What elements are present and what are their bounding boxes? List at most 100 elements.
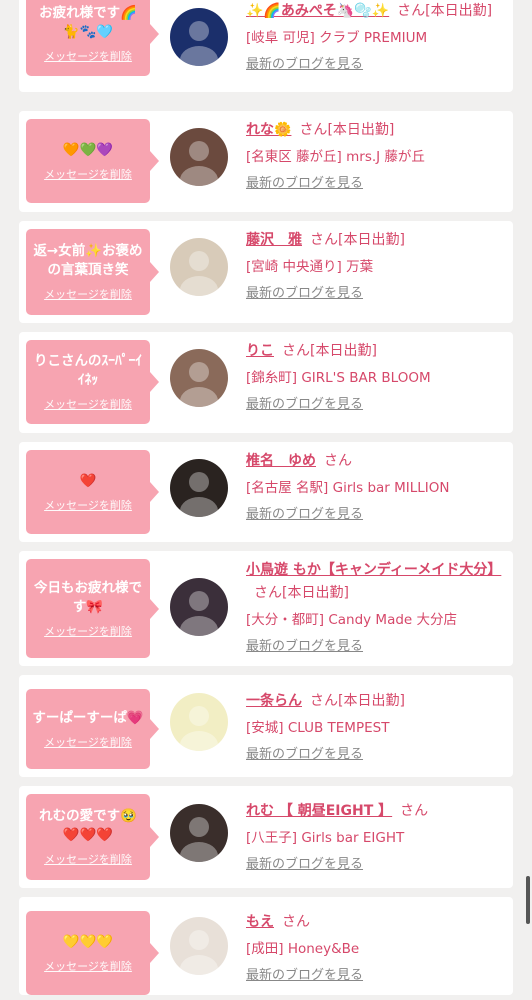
- delete-message-link[interactable]: メッセージを削除: [44, 851, 132, 867]
- honorific-san: さん: [310, 693, 338, 709]
- shop-label: [宮崎 中央通り] 万葉: [246, 259, 374, 275]
- message-card: お疲れ様です🌈🐈🐾🩵 メッセージを削除 ✨🌈あみぺそ🦄🫧✨ さん[本日出勤] [岐…: [19, 0, 513, 92]
- sender-name-link[interactable]: 一条らん: [246, 693, 302, 709]
- message-card: 🧡💚💜 メッセージを削除 れな🌼 さん[本日出勤] [名東区 藤が丘] mrs.J…: [19, 111, 513, 212]
- sender-name-link[interactable]: 藤沢 雅: [246, 232, 302, 248]
- shop-label: [安城] CLUB TEMPEST: [246, 720, 390, 736]
- delete-message-link[interactable]: メッセージを削除: [44, 623, 132, 639]
- latest-blog-link[interactable]: 最新のブログを見る: [246, 284, 363, 304]
- avatar[interactable]: [170, 917, 228, 975]
- message-bubble: ❤️ メッセージを削除: [26, 450, 159, 534]
- message-bubble: すーぱーすーぱ💗 メッセージを削除: [26, 689, 159, 769]
- avatar[interactable]: [170, 8, 228, 66]
- message-bubble: 返→女前✨お褒めの言葉頂き笑 メッセージを削除: [26, 229, 159, 315]
- avatar[interactable]: [170, 578, 228, 636]
- latest-blog-link[interactable]: 最新のブログを見る: [246, 637, 363, 657]
- delete-message-link[interactable]: メッセージを削除: [44, 958, 132, 974]
- latest-blog-link[interactable]: 最新のブログを見る: [246, 395, 363, 415]
- avatar-photo-icon: [170, 693, 228, 751]
- honorific-san: さん: [254, 585, 282, 601]
- message-text: 今日もお疲れ様です🎀: [34, 579, 142, 615]
- message-text: ❤️: [79, 472, 97, 489]
- message-text: りこさんのｽｰﾊﾟｰｲｲﾈｯ: [34, 353, 142, 388]
- avatar[interactable]: [170, 804, 228, 862]
- latest-blog-link[interactable]: 最新のブログを見る: [246, 174, 363, 194]
- sender-name-line: れな🌼 さん[本日出勤]: [246, 119, 507, 142]
- sender-name-link[interactable]: もえ: [246, 914, 274, 930]
- honorific-san: さん: [397, 3, 426, 19]
- message-text: 返→女前✨お褒めの言葉頂き笑: [33, 243, 143, 278]
- sender-name-line: 小鳥遊 もか【キャンディーメイド大分】さん[本日出勤]: [246, 559, 507, 605]
- delete-message-link[interactable]: メッセージを削除: [44, 166, 132, 182]
- avatar-photo-icon: [170, 128, 228, 186]
- avatar-photo-icon: [170, 238, 228, 296]
- delete-message-link[interactable]: メッセージを削除: [44, 497, 132, 513]
- message-card: 今日もお疲れ様です🎀 メッセージを削除 小鳥遊 もか【キャンディーメイド大分】さ…: [19, 551, 513, 666]
- delete-message-link[interactable]: メッセージを削除: [44, 48, 132, 64]
- delete-message-link[interactable]: メッセージを削除: [44, 396, 132, 412]
- message-bubble: 今日もお疲れ様です🎀 メッセージを削除: [26, 559, 159, 658]
- sender-name-link[interactable]: れな🌼: [246, 122, 291, 138]
- message-text: すーぱーすーぱ💗: [32, 709, 144, 726]
- avatar[interactable]: [170, 693, 228, 751]
- avatar[interactable]: [170, 128, 228, 186]
- message-text: お疲れ様です🌈🐈🐾🩵: [39, 5, 137, 40]
- message-bubble: お疲れ様です🌈🐈🐾🩵 メッセージを削除: [26, 0, 159, 76]
- latest-blog-link[interactable]: 最新のブログを見る: [246, 966, 363, 986]
- sender-name-line: 椎名 ゆめ さん: [246, 450, 507, 473]
- shop-label: [八王子] Girls bar EIGHT: [246, 830, 405, 846]
- avatar-photo-icon: [170, 349, 228, 407]
- avatar[interactable]: [170, 349, 228, 407]
- avatar[interactable]: [170, 459, 228, 517]
- sender-info: りこ さん[本日出勤] [錦糸町] GIRL'S BAR BLOOM 最新のブログ…: [246, 340, 507, 415]
- message-card: れむの愛です🥹❤️❤️❤️ メッセージを削除 れむ 【 朝昼EIGHT 】さん …: [19, 786, 513, 888]
- message-text: れむの愛です🥹❤️❤️❤️: [39, 808, 137, 843]
- avatar-photo-icon: [170, 8, 228, 66]
- message-bubble: 💛💛💛 メッセージを削除: [26, 911, 159, 995]
- message-card: 返→女前✨お褒めの言葉頂き笑 メッセージを削除 藤沢 雅さん[本日出勤] [宮崎…: [19, 221, 513, 323]
- sender-info: もえ さん [成田] Honey&Be 最新のブログを見る: [246, 911, 507, 986]
- status-badge: [本日出勤]: [310, 343, 377, 359]
- message-card: ❤️ メッセージを削除 椎名 ゆめ さん [名古屋 名駅] Girls bar M…: [19, 442, 513, 542]
- message-bubble: れむの愛です🥹❤️❤️❤️ メッセージを削除: [26, 794, 159, 880]
- avatar-photo-icon: [170, 459, 228, 517]
- sender-name-line: 一条らん さん[本日出勤]: [246, 690, 507, 713]
- scrollbar[interactable]: [526, 876, 530, 924]
- avatar[interactable]: [170, 238, 228, 296]
- delete-message-link[interactable]: メッセージを削除: [44, 286, 132, 302]
- sender-name-link[interactable]: ✨🌈あみぺそ🦄🫧✨: [246, 3, 389, 19]
- shop-label: [錦糸町] GIRL'S BAR BLOOM: [246, 370, 431, 386]
- honorific-san: さん: [324, 453, 352, 469]
- honorific-san: さん: [299, 122, 328, 138]
- message-bubble: りこさんのｽｰﾊﾟｰｲｲﾈｯ メッセージを削除: [26, 340, 159, 424]
- message-text: 🧡💚💜: [62, 141, 114, 158]
- latest-blog-link[interactable]: 最新のブログを見る: [246, 505, 363, 525]
- sender-name-link[interactable]: りこ: [246, 343, 274, 359]
- shop-label: [名東区 藤が丘] mrs.J 藤が丘: [246, 149, 425, 165]
- status-badge: [本日出勤]: [327, 122, 395, 138]
- sender-name-link[interactable]: 椎名 ゆめ: [246, 453, 316, 469]
- sender-info: れむ 【 朝昼EIGHT 】さん [八王子] Girls bar EIGHT 最…: [246, 800, 507, 875]
- message-card: りこさんのｽｰﾊﾟｰｲｲﾈｯ メッセージを削除 りこ さん[本日出勤] [錦糸町]…: [19, 332, 513, 433]
- sender-name-line: ✨🌈あみぺそ🦄🫧✨ さん[本日出勤]: [246, 0, 507, 23]
- message-card: 💛💛💛 メッセージを削除 もえ さん [成田] Honey&Be 最新のブログを見…: [19, 897, 513, 995]
- sender-name-line: もえ さん: [246, 911, 507, 934]
- honorific-san: さん: [282, 343, 310, 359]
- latest-blog-link[interactable]: 最新のブログを見る: [246, 745, 363, 765]
- delete-message-link[interactable]: メッセージを削除: [44, 734, 132, 750]
- sender-name-link[interactable]: 小鳥遊 もか【キャンディーメイド大分】: [246, 562, 501, 578]
- sender-info: 小鳥遊 もか【キャンディーメイド大分】さん[本日出勤] [大分・都町] Cand…: [246, 559, 507, 657]
- latest-blog-link[interactable]: 最新のブログを見る: [246, 55, 363, 75]
- avatar-photo-icon: [170, 804, 228, 862]
- sender-info: れな🌼 さん[本日出勤] [名東区 藤が丘] mrs.J 藤が丘 最新のブログを見…: [246, 119, 507, 194]
- sender-info: 椎名 ゆめ さん [名古屋 名駅] Girls bar MILLION 最新のブロ…: [246, 450, 507, 525]
- sender-name-line: れむ 【 朝昼EIGHT 】さん: [246, 800, 507, 823]
- sender-name-link[interactable]: れむ 【 朝昼EIGHT 】: [246, 803, 392, 819]
- message-bubble: 🧡💚💜 メッセージを削除: [26, 119, 159, 203]
- status-badge: [本日出勤]: [425, 3, 493, 19]
- honorific-san: さん: [282, 914, 310, 930]
- sender-info: 藤沢 雅さん[本日出勤] [宮崎 中央通り] 万葉 最新のブログを見る: [246, 229, 507, 304]
- status-badge: [本日出勤]: [282, 585, 349, 601]
- latest-blog-link[interactable]: 最新のブログを見る: [246, 855, 363, 875]
- sender-name-line: 藤沢 雅さん[本日出勤]: [246, 229, 507, 252]
